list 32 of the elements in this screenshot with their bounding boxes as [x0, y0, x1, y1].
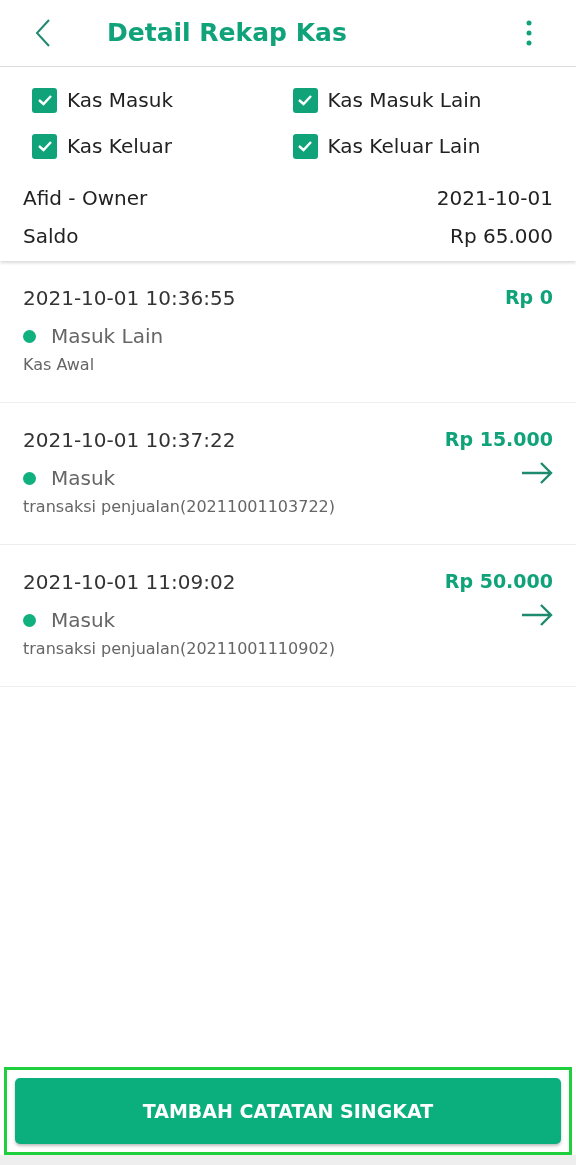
arrow-right-icon[interactable]	[521, 461, 553, 484]
entry-time: 2021-10-01 11:09:02	[23, 569, 237, 596]
cash-entry[interactable]: 2021-10-01 11:09:02 Masuk transaksi penjualan(20211001110902) Rp 50.000	[0, 545, 576, 687]
back-icon[interactable]	[34, 18, 52, 48]
page-title: Detail Rekap Kas	[107, 17, 347, 50]
balance-label: Saldo	[23, 223, 79, 250]
checkbox[interactable]	[292, 87, 318, 113]
checkbox[interactable]	[292, 133, 318, 159]
entry-amount: Rp 15.000	[444, 427, 553, 452]
checkbox[interactable]	[32, 87, 57, 113]
filter-label: Kas Keluar	[67, 133, 172, 160]
entry-time: 2021-10-01 10:37:22	[23, 427, 237, 454]
entry-note: transaksi penjualan(20211001103722)	[23, 496, 336, 518]
more-menu-icon[interactable]	[526, 20, 532, 46]
report-date: 2021-10-01	[436, 185, 553, 212]
entry-type: Masuk Lain	[51, 323, 164, 350]
balance-amount: Rp 65.000	[450, 223, 553, 250]
arrow-right-icon[interactable]	[521, 603, 553, 626]
user-name: Afid - Owner	[23, 185, 148, 212]
cash-entry[interactable]: 2021-10-01 10:36:55 Masuk Lain Kas Awal Rp 0	[0, 261, 576, 403]
cash-entry[interactable]: 2021-10-01 10:37:22 Masuk transaksi penjualan(20211001103722) Rp 15.000	[0, 403, 576, 545]
filter-label: Kas Masuk Lain	[327, 87, 482, 114]
entry-type: Masuk	[51, 607, 116, 634]
entry-time: 2021-10-01 10:36:55	[23, 285, 237, 312]
entry-amount: Rp 0	[504, 285, 553, 310]
entry-amount: Rp 50.000	[444, 569, 553, 594]
entry-note: Kas Awal	[23, 354, 96, 376]
filter-label: Kas Masuk	[67, 87, 173, 114]
entry-note: transaksi penjualan(20211001110902)	[23, 638, 336, 660]
filter-label: Kas Keluar Lain	[327, 133, 481, 160]
entry-type: Masuk	[51, 465, 116, 492]
checkbox[interactable]	[32, 133, 57, 159]
